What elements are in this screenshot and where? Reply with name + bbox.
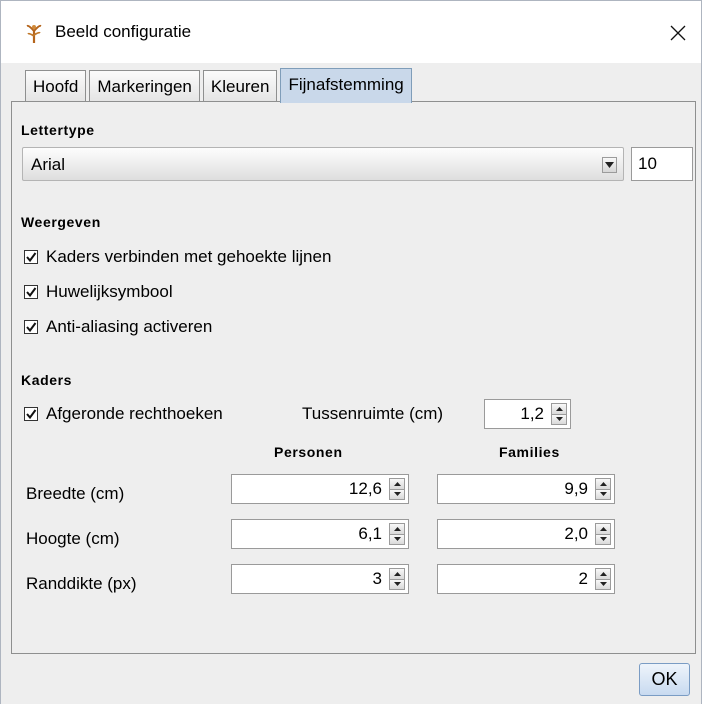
border-families-spinner[interactable]: 2 <box>437 564 615 594</box>
decrement-button[interactable] <box>389 489 405 500</box>
increment-button[interactable] <box>389 478 405 490</box>
height-persons-spinner[interactable]: 6,1 <box>231 519 409 549</box>
ok-button[interactable]: OK <box>639 663 690 696</box>
row-label-width: Breedte (cm) <box>26 484 125 503</box>
increment-button[interactable] <box>551 403 567 415</box>
dialog-content: Hoofd Markeringen Kleuren Fijnafstemming… <box>1 63 701 704</box>
arrow-up-icon <box>393 481 401 486</box>
spinner-buttons <box>595 568 611 590</box>
column-header-families: Families <box>499 444 560 460</box>
checkbox[interactable] <box>24 250 38 264</box>
checkbox-label: Anti-aliasing activeren <box>46 317 213 336</box>
option-marriage-symbol[interactable]: Huwelijksymbool <box>24 279 173 305</box>
tab-panel-fijnafstemming: Lettertype Arial 10 Weergeven Kaders ver… <box>11 101 696 654</box>
tab-bar: Hoofd Markeringen Kleuren Fijnafstemming <box>25 68 415 103</box>
increment-button[interactable] <box>595 478 611 490</box>
option-connect-angled-lines[interactable]: Kaders verbinden met gehoekte lijnen <box>24 244 331 270</box>
spinner-value: 2 <box>578 569 588 588</box>
font-section-heading: Lettertype <box>21 122 95 138</box>
arrow-down-icon <box>555 417 563 422</box>
tab-hoofd[interactable]: Hoofd <box>25 70 87 103</box>
dialog-window: Beeld configuratie Hoofd Markeringen Kle… <box>0 0 702 704</box>
tab-markeringen[interactable]: Markeringen <box>89 70 200 103</box>
arrow-up-icon <box>599 526 607 531</box>
checkbox-label: Kaders verbinden met gehoekte lijnen <box>46 247 332 266</box>
arrow-down-icon <box>393 582 401 587</box>
row-label-border-thickness: Randdikte (px) <box>26 574 137 593</box>
width-persons-spinner[interactable]: 12,6 <box>231 474 409 504</box>
increment-button[interactable] <box>389 568 405 580</box>
checkbox[interactable] <box>24 407 38 421</box>
decrement-button[interactable] <box>389 579 405 590</box>
arrow-down-icon <box>393 492 401 497</box>
close-button[interactable] <box>661 17 695 49</box>
checkbox[interactable] <box>24 285 38 299</box>
checkmark-icon <box>26 252 37 263</box>
spinner-value: 1,2 <box>520 404 544 423</box>
boxes-section-heading: Kaders <box>21 372 73 388</box>
font-select[interactable]: Arial <box>22 147 624 181</box>
chevron-down-icon[interactable] <box>602 157 617 173</box>
arrow-down-icon <box>599 492 607 497</box>
window-title: Beeld configuratie <box>55 22 192 41</box>
checkbox-label: Afgeronde rechthoeken <box>46 404 223 423</box>
font-select-value: Arial <box>31 155 66 174</box>
checkmark-icon <box>26 409 37 420</box>
width-families-spinner[interactable]: 9,9 <box>437 474 615 504</box>
border-persons-spinner[interactable]: 3 <box>231 564 409 594</box>
decrement-button[interactable] <box>595 489 611 500</box>
spinner-buttons <box>551 403 567 425</box>
display-section-heading: Weergeven <box>21 214 101 230</box>
checkbox-label: Huwelijksymbool <box>46 282 173 301</box>
title-bar: Beeld configuratie <box>1 1 701 63</box>
arrow-up-icon <box>393 571 401 576</box>
increment-button[interactable] <box>389 523 405 535</box>
tab-kleuren[interactable]: Kleuren <box>202 70 278 103</box>
arrow-up-icon <box>555 406 563 411</box>
decrement-button[interactable] <box>551 414 567 425</box>
arrow-down-icon <box>599 582 607 587</box>
arrow-up-icon <box>599 481 607 486</box>
spinner-buttons <box>389 478 405 500</box>
option-anti-aliasing[interactable]: Anti-aliasing activeren <box>24 314 212 340</box>
spinner-value: 12,6 <box>348 479 382 498</box>
checkmark-icon <box>26 287 37 298</box>
spinner-value: 3 <box>372 569 382 588</box>
font-size-field[interactable]: 10 <box>631 147 693 181</box>
checkbox[interactable] <box>24 320 38 334</box>
option-rounded-rectangles[interactable]: Afgeronde rechthoeken <box>24 401 223 427</box>
arrow-up-icon <box>393 526 401 531</box>
decrement-button[interactable] <box>389 534 405 545</box>
decrement-button[interactable] <box>595 579 611 590</box>
app-icon <box>23 22 45 44</box>
column-header-persons: Personen <box>274 444 343 460</box>
increment-button[interactable] <box>595 523 611 535</box>
increment-button[interactable] <box>595 568 611 580</box>
arrow-up-icon <box>599 571 607 576</box>
checkmark-icon <box>26 322 37 333</box>
spinner-value: 9,9 <box>564 479 588 498</box>
spinner-value: 2,0 <box>564 524 588 543</box>
row-label-height: Hoogte (cm) <box>26 529 120 548</box>
height-families-spinner[interactable]: 2,0 <box>437 519 615 549</box>
spacing-label: Tussenruimte (cm) <box>302 404 444 423</box>
tab-fijnafstemming[interactable]: Fijnafstemming <box>280 68 412 103</box>
spinner-value: 6,1 <box>358 524 382 543</box>
spinner-buttons <box>595 478 611 500</box>
decrement-button[interactable] <box>595 534 611 545</box>
arrow-down-icon <box>599 537 607 542</box>
spacing-spinner[interactable]: 1,2 <box>484 399 571 429</box>
spinner-buttons <box>389 523 405 545</box>
arrow-down-icon <box>393 537 401 542</box>
spinner-buttons <box>595 523 611 545</box>
close-icon <box>670 25 686 41</box>
spinner-buttons <box>389 568 405 590</box>
